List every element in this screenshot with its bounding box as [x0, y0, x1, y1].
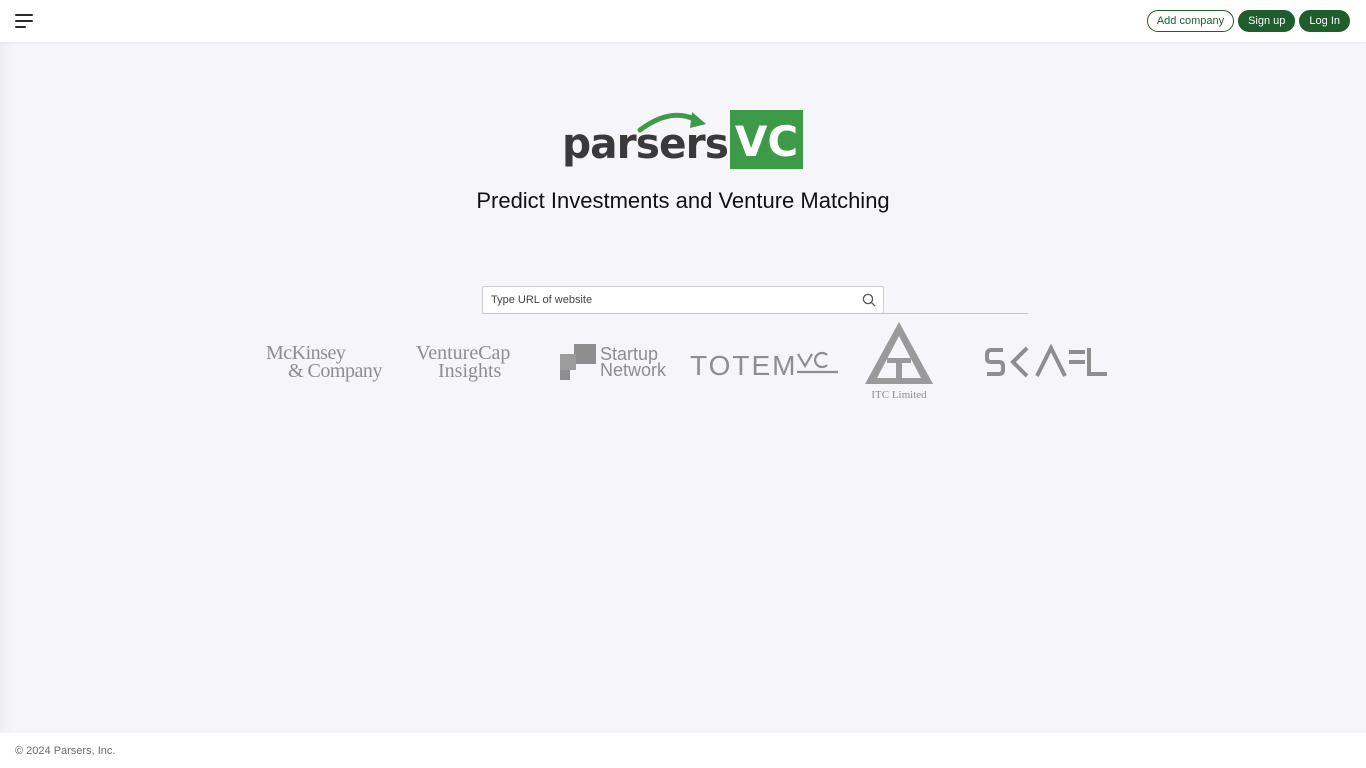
- itc-triangle-icon: [865, 322, 933, 384]
- log-in-button[interactable]: Log In: [1299, 10, 1350, 32]
- partner-logos: McKinsey & Company VentureCap Insights S…: [250, 322, 1120, 402]
- startup-network-mark-icon: [560, 344, 596, 380]
- sidebar-shadow: [0, 42, 14, 733]
- logo-text-vc: VC: [735, 117, 798, 166]
- copyright-text: © 2024 Parsers, Inc.: [15, 744, 116, 757]
- header-actions: Add company Sign up Log In: [1146, 10, 1350, 32]
- footer: © 2024 Parsers, Inc.: [0, 733, 1366, 768]
- mckinsey-logo: McKinsey & Company: [266, 342, 382, 382]
- itc-limited-logo: ITC Limited: [864, 322, 934, 401]
- totem-vc-logo: TOTEM: [690, 350, 839, 382]
- parsers-vc-logo[interactable]: parsers VC: [562, 106, 804, 170]
- top-navbar: Add company Sign up Log In: [0, 0, 1366, 42]
- page-headline: Predict Investments and Venture Matching: [476, 188, 890, 213]
- hamburger-menu-icon[interactable]: [15, 14, 33, 28]
- skael-logo: [985, 344, 1107, 378]
- url-search-input[interactable]: [483, 287, 855, 313]
- search-icon[interactable]: [855, 287, 883, 313]
- startup-network-logo: Startup Network: [560, 344, 666, 380]
- sign-up-button[interactable]: Sign up: [1238, 10, 1296, 32]
- logo-text-parsers: parsers: [562, 119, 728, 168]
- venturecap-insights-logo: VentureCap Insights: [416, 342, 511, 382]
- add-company-button[interactable]: Add company: [1146, 10, 1235, 32]
- search-underline: [482, 313, 1028, 314]
- search-box: [482, 286, 884, 314]
- vc-mark-icon: [797, 351, 839, 374]
